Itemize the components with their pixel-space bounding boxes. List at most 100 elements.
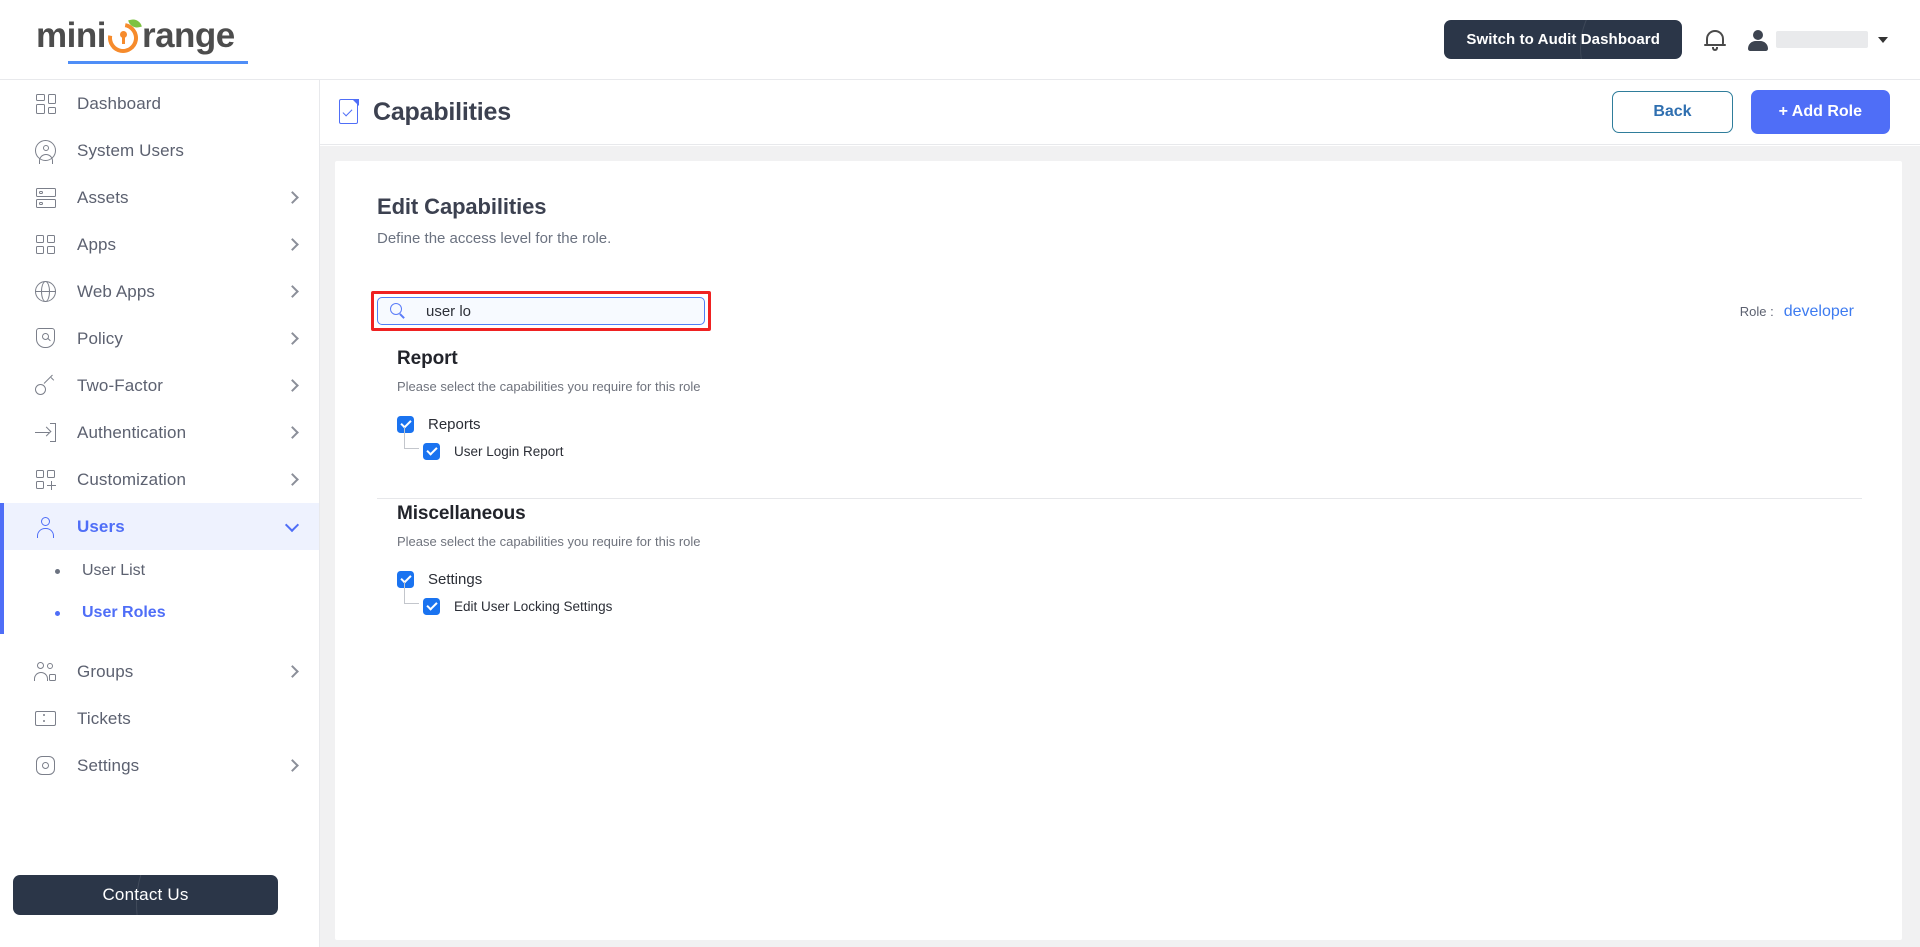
orange-keyhole-icon	[102, 16, 144, 59]
page-header-actions: Back + Add Role	[1612, 90, 1890, 134]
sidebar-subitem-user-list[interactable]: User List	[0, 550, 319, 592]
sidebar-item-users[interactable]: Users	[0, 503, 319, 550]
sidebar-item-label: Tickets	[77, 708, 131, 728]
key-icon	[34, 374, 60, 398]
sidebar-item-label: Two-Factor	[77, 375, 164, 395]
capability-label: Edit User Locking Settings	[454, 598, 613, 614]
users-section: Users User List User Roles	[0, 503, 319, 634]
sidebar-item-web-apps[interactable]: Web Apps	[0, 268, 319, 315]
switch-to-audit-dashboard-button[interactable]: Switch to Audit Dashboard	[1444, 20, 1682, 59]
chevron-right-icon[interactable]	[286, 759, 299, 772]
sidebar-item-apps[interactable]: Apps	[0, 221, 319, 268]
server-stack-icon	[34, 186, 60, 210]
bullet-icon	[55, 610, 60, 616]
top-bar: mini range Switch to Audit Dashboard	[0, 0, 1920, 80]
user-name-redacted	[1776, 31, 1868, 48]
chevron-right-icon[interactable]	[286, 379, 299, 392]
checkbox-checked-icon[interactable]	[423, 442, 440, 460]
globe-icon	[34, 280, 60, 304]
user-circle-icon	[34, 139, 60, 164]
chevron-down-icon[interactable]	[1878, 36, 1888, 43]
user-menu[interactable]	[1748, 29, 1888, 51]
sidebar-item-label: Dashboard	[77, 93, 162, 113]
sidebar-item-label: Policy	[77, 328, 123, 348]
sidebar-subitem-user-roles[interactable]: User Roles	[0, 592, 319, 634]
sidebar-item-policy[interactable]: Policy	[0, 315, 319, 362]
section-title: Miscellaneous	[397, 503, 526, 524]
search-input-value[interactable]: user lo	[426, 303, 471, 320]
notification-bell-icon[interactable]	[1704, 28, 1726, 52]
add-role-button[interactable]: + Add Role	[1750, 90, 1890, 134]
apps-grid-icon	[34, 233, 60, 257]
sidebar-item-label: Groups	[77, 661, 134, 681]
chevron-right-icon[interactable]	[286, 332, 299, 345]
capability-label: Settings	[428, 570, 483, 588]
edit-capabilities-card: Edit Capabilities Define the access leve…	[335, 161, 1902, 940]
sidebar-item-label: Settings	[77, 755, 140, 775]
ticket-icon	[34, 707, 60, 731]
sidebar-item-label: Apps	[77, 234, 117, 254]
sidebar-item-two-factor[interactable]: Two-Factor	[0, 362, 319, 409]
card-heading: Edit Capabilities	[377, 194, 547, 219]
back-button[interactable]: Back	[1612, 91, 1733, 133]
bullet-icon	[55, 568, 60, 574]
shield-search-icon	[34, 327, 60, 351]
login-arrow-icon	[34, 421, 60, 445]
section-note: Please select the capabilities you requi…	[397, 379, 701, 394]
logo-text-range: range	[141, 15, 235, 55]
logo-underline	[68, 60, 248, 64]
sidebar-item-label: Customization	[77, 469, 187, 489]
checkbox-checked-icon[interactable]	[423, 597, 440, 615]
sidebar-item-authentication[interactable]: Authentication	[0, 409, 319, 456]
section-miscellaneous: Miscellaneous Please select the capabili…	[397, 503, 1862, 617]
app-root: mini range Switch to Audit Dashboard Das…	[0, 0, 1920, 947]
chevron-right-icon[interactable]	[286, 665, 299, 678]
sidebar-item-label: Web Apps	[77, 281, 155, 301]
chevron-right-icon[interactable]	[286, 191, 299, 204]
chevron-right-icon[interactable]	[286, 473, 299, 486]
document-check-icon	[338, 99, 360, 125]
sidebar-item-customization[interactable]: Customization	[0, 456, 319, 503]
page-title-group: Capabilities	[338, 98, 511, 127]
capability-search-field[interactable]: user lo	[377, 297, 705, 325]
dashboard-grid-icon	[34, 92, 60, 116]
sidebar-item-dashboard[interactable]: Dashboard	[0, 80, 319, 127]
capability-row[interactable]: Settings	[397, 568, 1862, 590]
capability-row[interactable]: User Login Report	[404, 427, 1862, 462]
sidebar-item-label: Assets	[77, 187, 129, 207]
sidebar-item-tickets[interactable]: Tickets	[0, 695, 319, 742]
gear-icon	[34, 754, 60, 778]
card-subheading: Define the access level for the role.	[377, 230, 612, 247]
capability-list: Reports User Login Report	[397, 413, 1862, 462]
sidebar-item-assets[interactable]: Assets	[0, 174, 319, 221]
sidebar: Dashboard System Users Assets Apps Web A…	[0, 80, 320, 947]
section-title: Report	[397, 348, 458, 369]
section-report: Report Please select the capabilities yo…	[397, 348, 1862, 462]
sidebar-item-settings[interactable]: Settings	[0, 742, 319, 789]
chevron-right-icon[interactable]	[286, 238, 299, 251]
sidebar-subitem-label: User Roles	[82, 604, 166, 621]
search-icon	[390, 303, 406, 319]
brand-logo[interactable]: mini range	[36, 16, 248, 64]
sidebar-item-groups[interactable]: Groups	[0, 648, 319, 695]
capability-row[interactable]: Reports	[397, 413, 1862, 435]
role-display: Role : developer	[1740, 303, 1854, 321]
role-value[interactable]: developer	[1784, 303, 1854, 321]
page-header: Capabilities Back + Add Role	[320, 80, 1920, 145]
capability-list: Settings Edit User Locking Settings	[397, 568, 1862, 617]
chevron-right-icon[interactable]	[286, 426, 299, 439]
section-divider	[377, 498, 1862, 499]
capability-label: Reports	[428, 415, 481, 433]
chevron-down-icon[interactable]	[284, 517, 300, 532]
person-icon	[34, 515, 60, 539]
user-avatar-icon	[1748, 29, 1768, 51]
capability-row[interactable]: Edit User Locking Settings	[404, 582, 1862, 617]
sidebar-item-system-users[interactable]: System Users	[0, 127, 319, 174]
chevron-right-icon[interactable]	[286, 285, 299, 298]
top-bar-right: Switch to Audit Dashboard	[1444, 20, 1888, 59]
contact-us-button[interactable]: Contact Us	[13, 875, 278, 915]
logo-text-mini: mini	[36, 15, 106, 55]
page-title: Capabilities	[373, 97, 511, 126]
role-label: Role :	[1739, 304, 1774, 319]
logo-text: mini range	[36, 15, 248, 59]
